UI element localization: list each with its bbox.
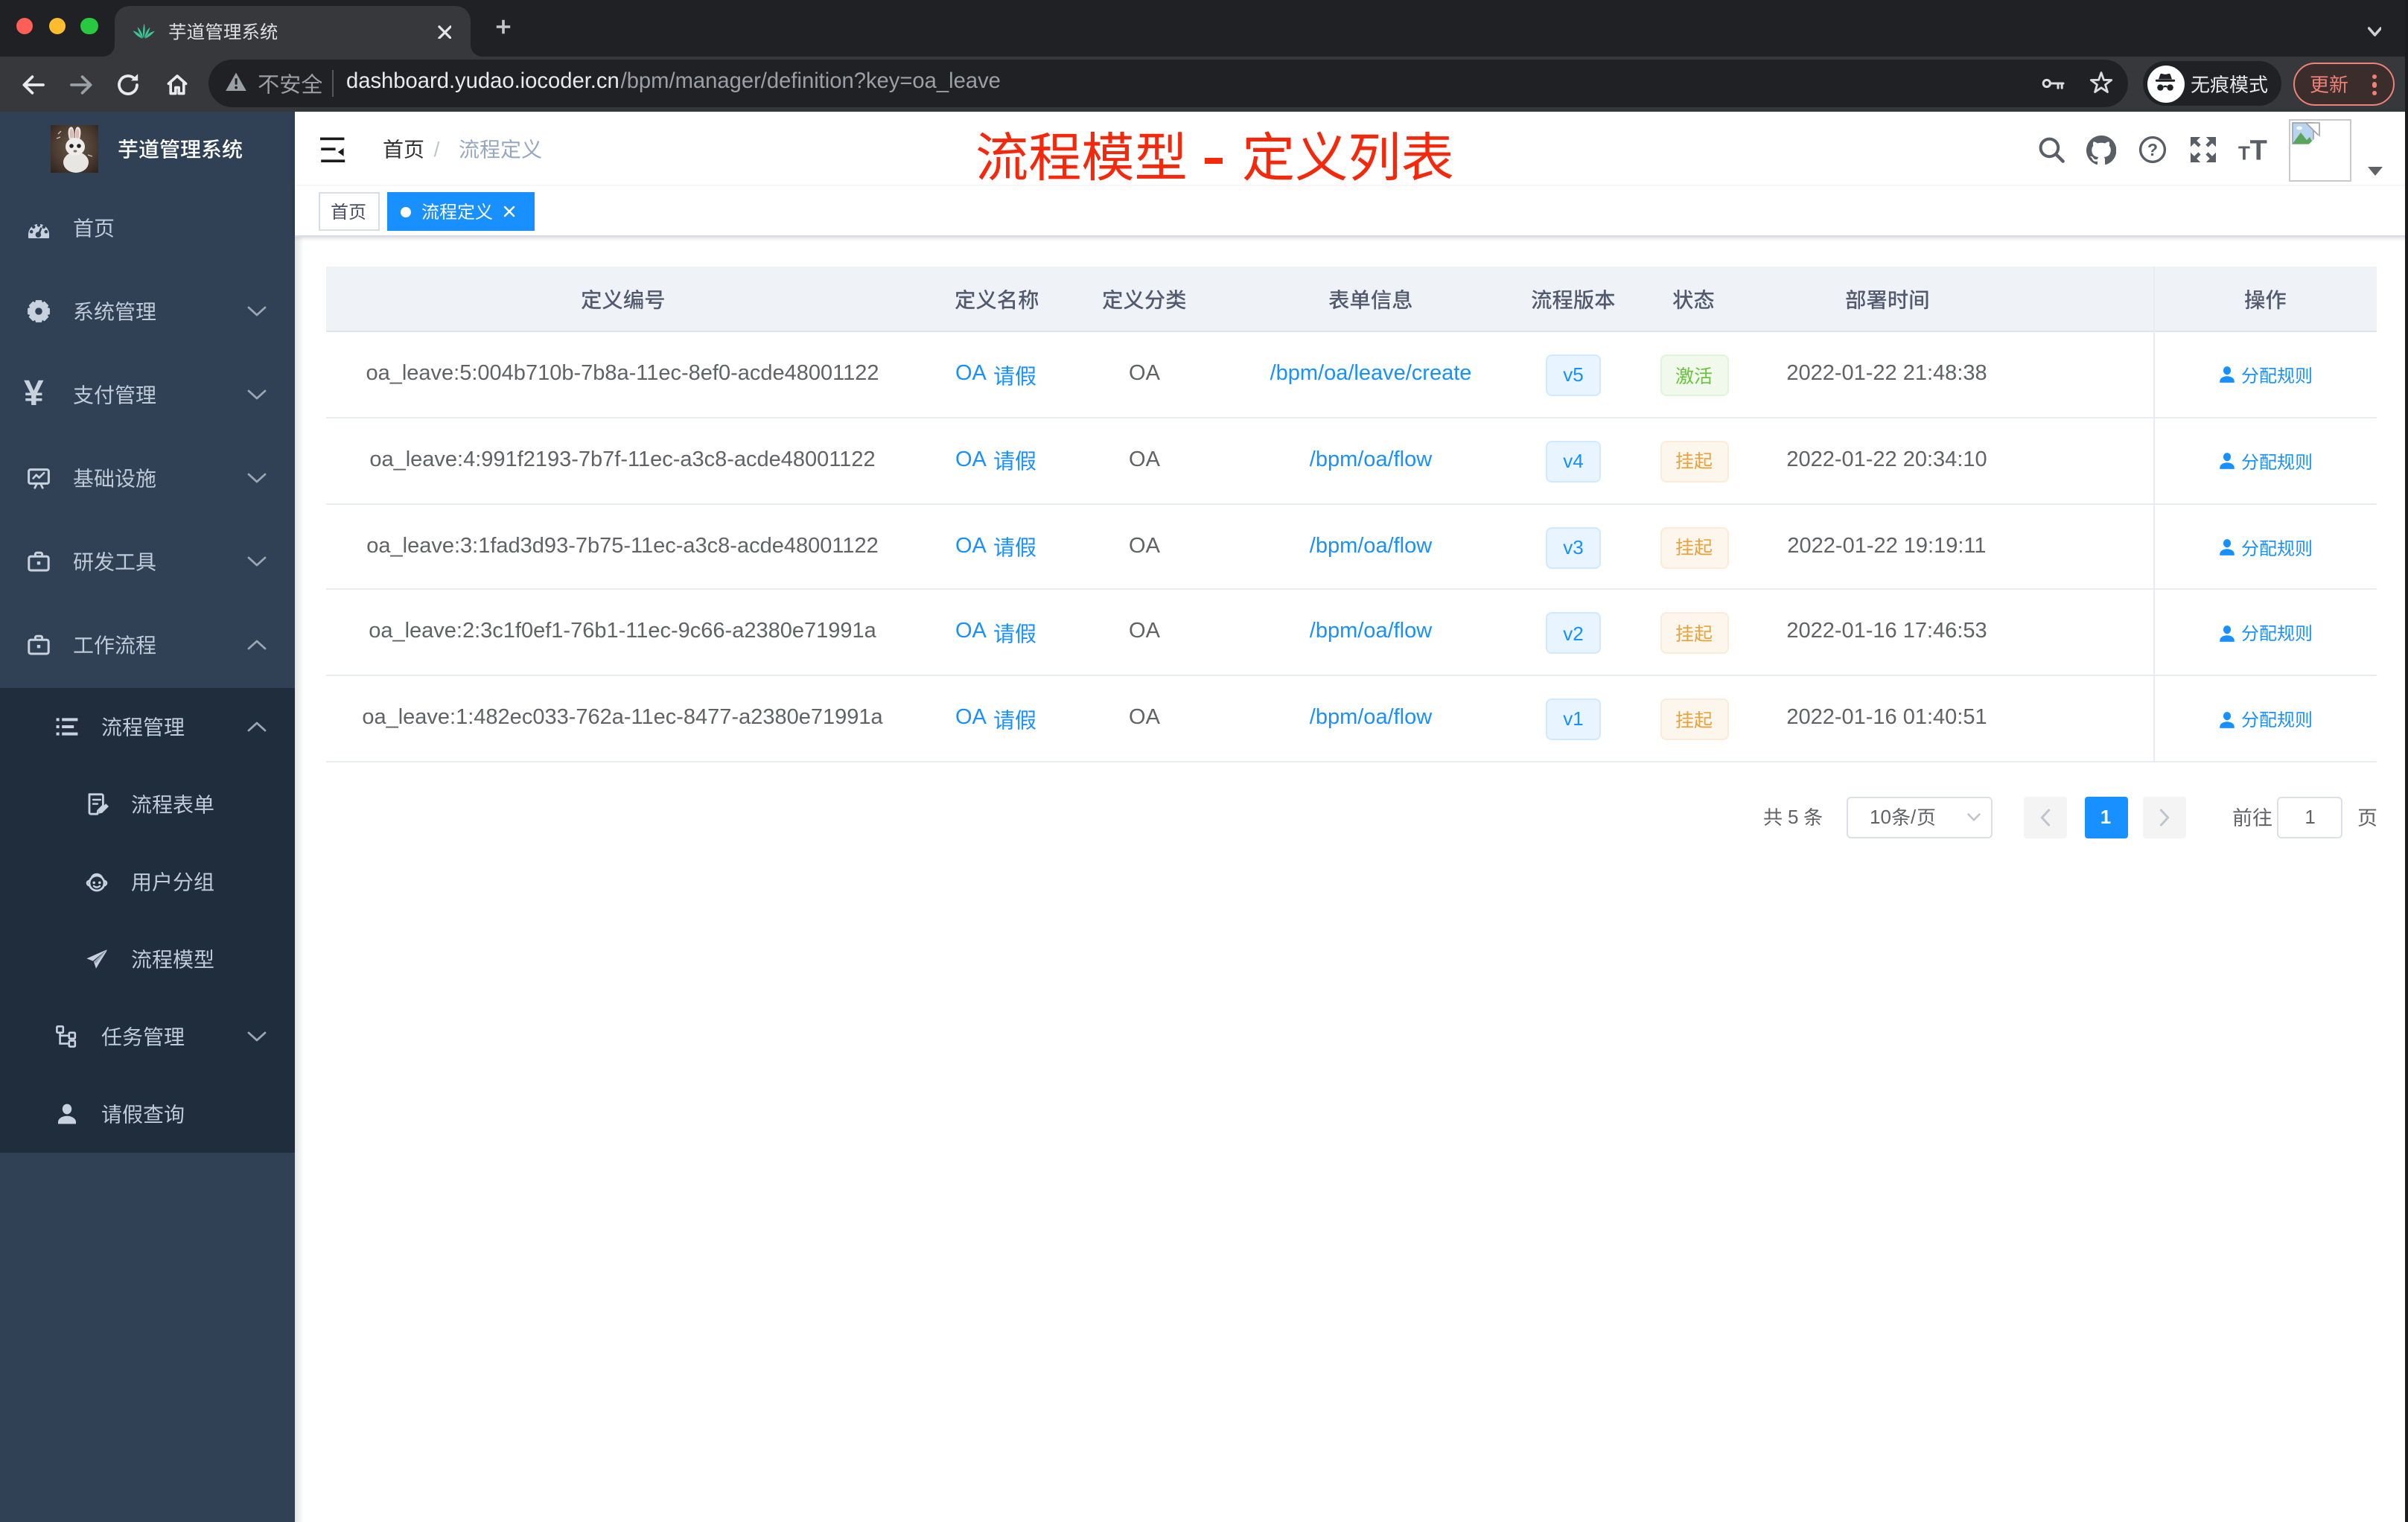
svg-text:T: T bbox=[2250, 136, 2267, 164]
svg-text:?: ? bbox=[2147, 140, 2157, 159]
svg-text:T: T bbox=[2238, 141, 2250, 164]
